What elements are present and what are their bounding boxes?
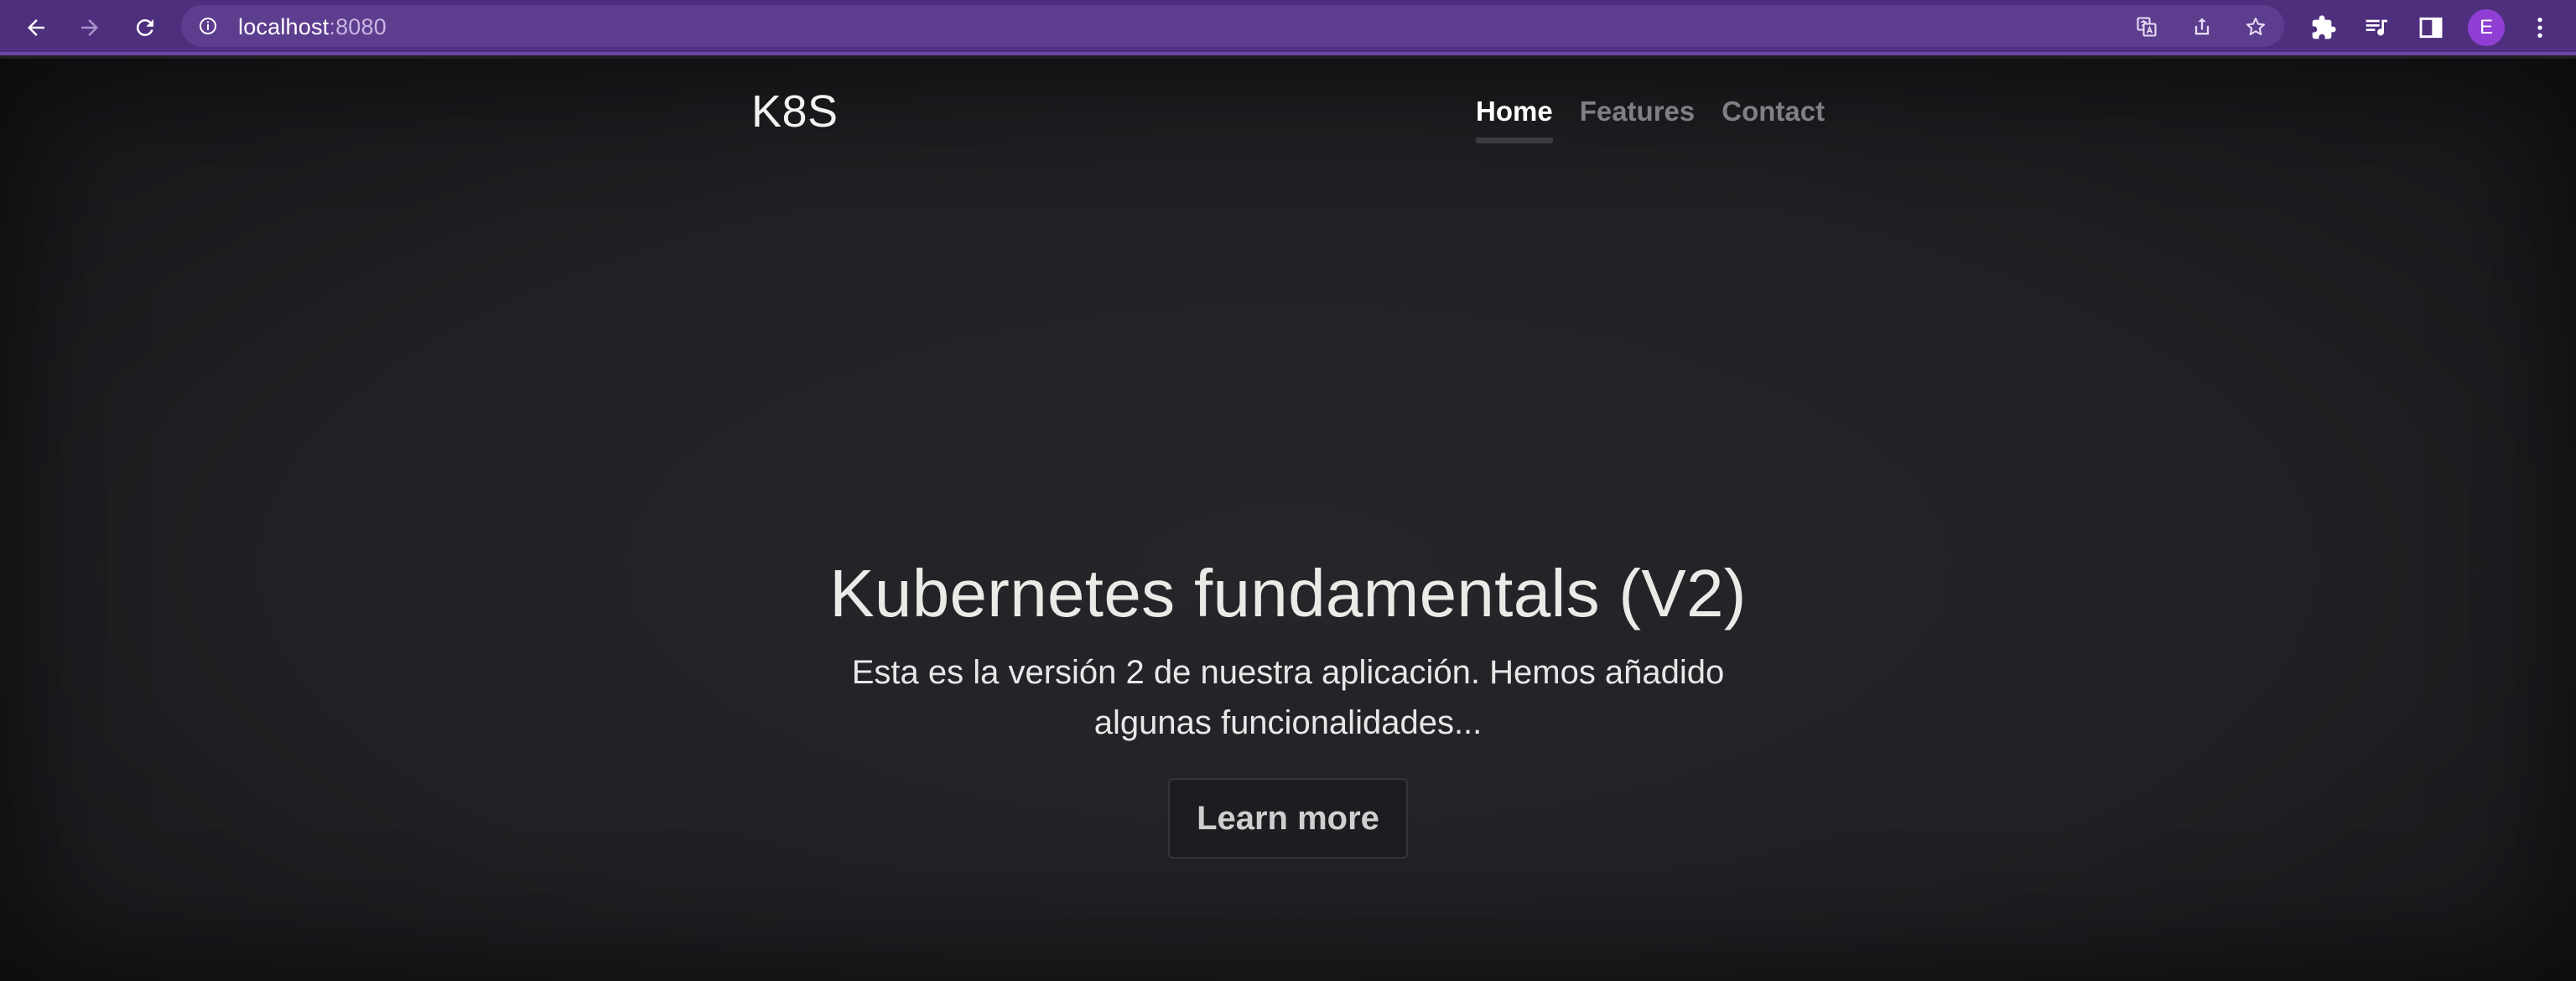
site-nav: Home Features Contact — [1476, 96, 1825, 143]
forward-button[interactable] — [72, 10, 107, 45]
browser-menu-button[interactable] — [2526, 13, 2554, 42]
bookmark-star-icon — [2246, 18, 2266, 36]
side-panel-button[interactable] — [2417, 13, 2445, 42]
media-queue-icon — [2366, 19, 2387, 36]
site-brand[interactable]: K8S — [751, 86, 839, 138]
reload-button[interactable] — [127, 10, 163, 45]
extensions-button[interactable] — [2309, 13, 2338, 42]
url-port: :8080 — [329, 14, 387, 39]
reload-icon — [136, 18, 153, 36]
page-content: K8S Home Features Contact Kubernetes fun… — [0, 59, 2576, 981]
side-panel-icon — [2419, 17, 2443, 39]
browser-toolbar: localhost:8080 E — [0, 0, 2576, 55]
hero-description: Esta es la versión 2 de nuestra aplicaci… — [851, 654, 1725, 741]
bookmark-button[interactable] — [2244, 15, 2267, 39]
back-button[interactable] — [18, 10, 54, 45]
url-host: localhost — [238, 14, 330, 39]
kebab-menu-icon — [2537, 18, 2542, 38]
hero-title: Kubernetes fundamentals (V2) — [829, 556, 1747, 631]
nav-link-contact[interactable]: Contact — [1722, 96, 1825, 138]
nav-link-features[interactable]: Features — [1580, 96, 1696, 138]
translate-icon — [2137, 17, 2157, 37]
extensions-icon — [2312, 15, 2336, 39]
translate-button[interactable] — [2135, 15, 2158, 39]
url-text: localhost:8080 — [238, 14, 387, 40]
learn-more-button[interactable]: Learn more — [1168, 778, 1408, 859]
info-icon[interactable] — [198, 16, 218, 36]
share-button[interactable] — [2190, 15, 2214, 39]
nav-link-home[interactable]: Home — [1476, 96, 1553, 143]
media-queue-button[interactable] — [2363, 13, 2392, 42]
hero-section: Kubernetes fundamentals (V2) Esta es la … — [0, 558, 2576, 859]
back-icon — [28, 19, 44, 36]
address-bar[interactable]: localhost:8080 — [181, 5, 2284, 47]
profile-avatar[interactable]: E — [2468, 9, 2505, 46]
forward-icon — [81, 19, 98, 36]
share-icon — [2194, 18, 2210, 35]
